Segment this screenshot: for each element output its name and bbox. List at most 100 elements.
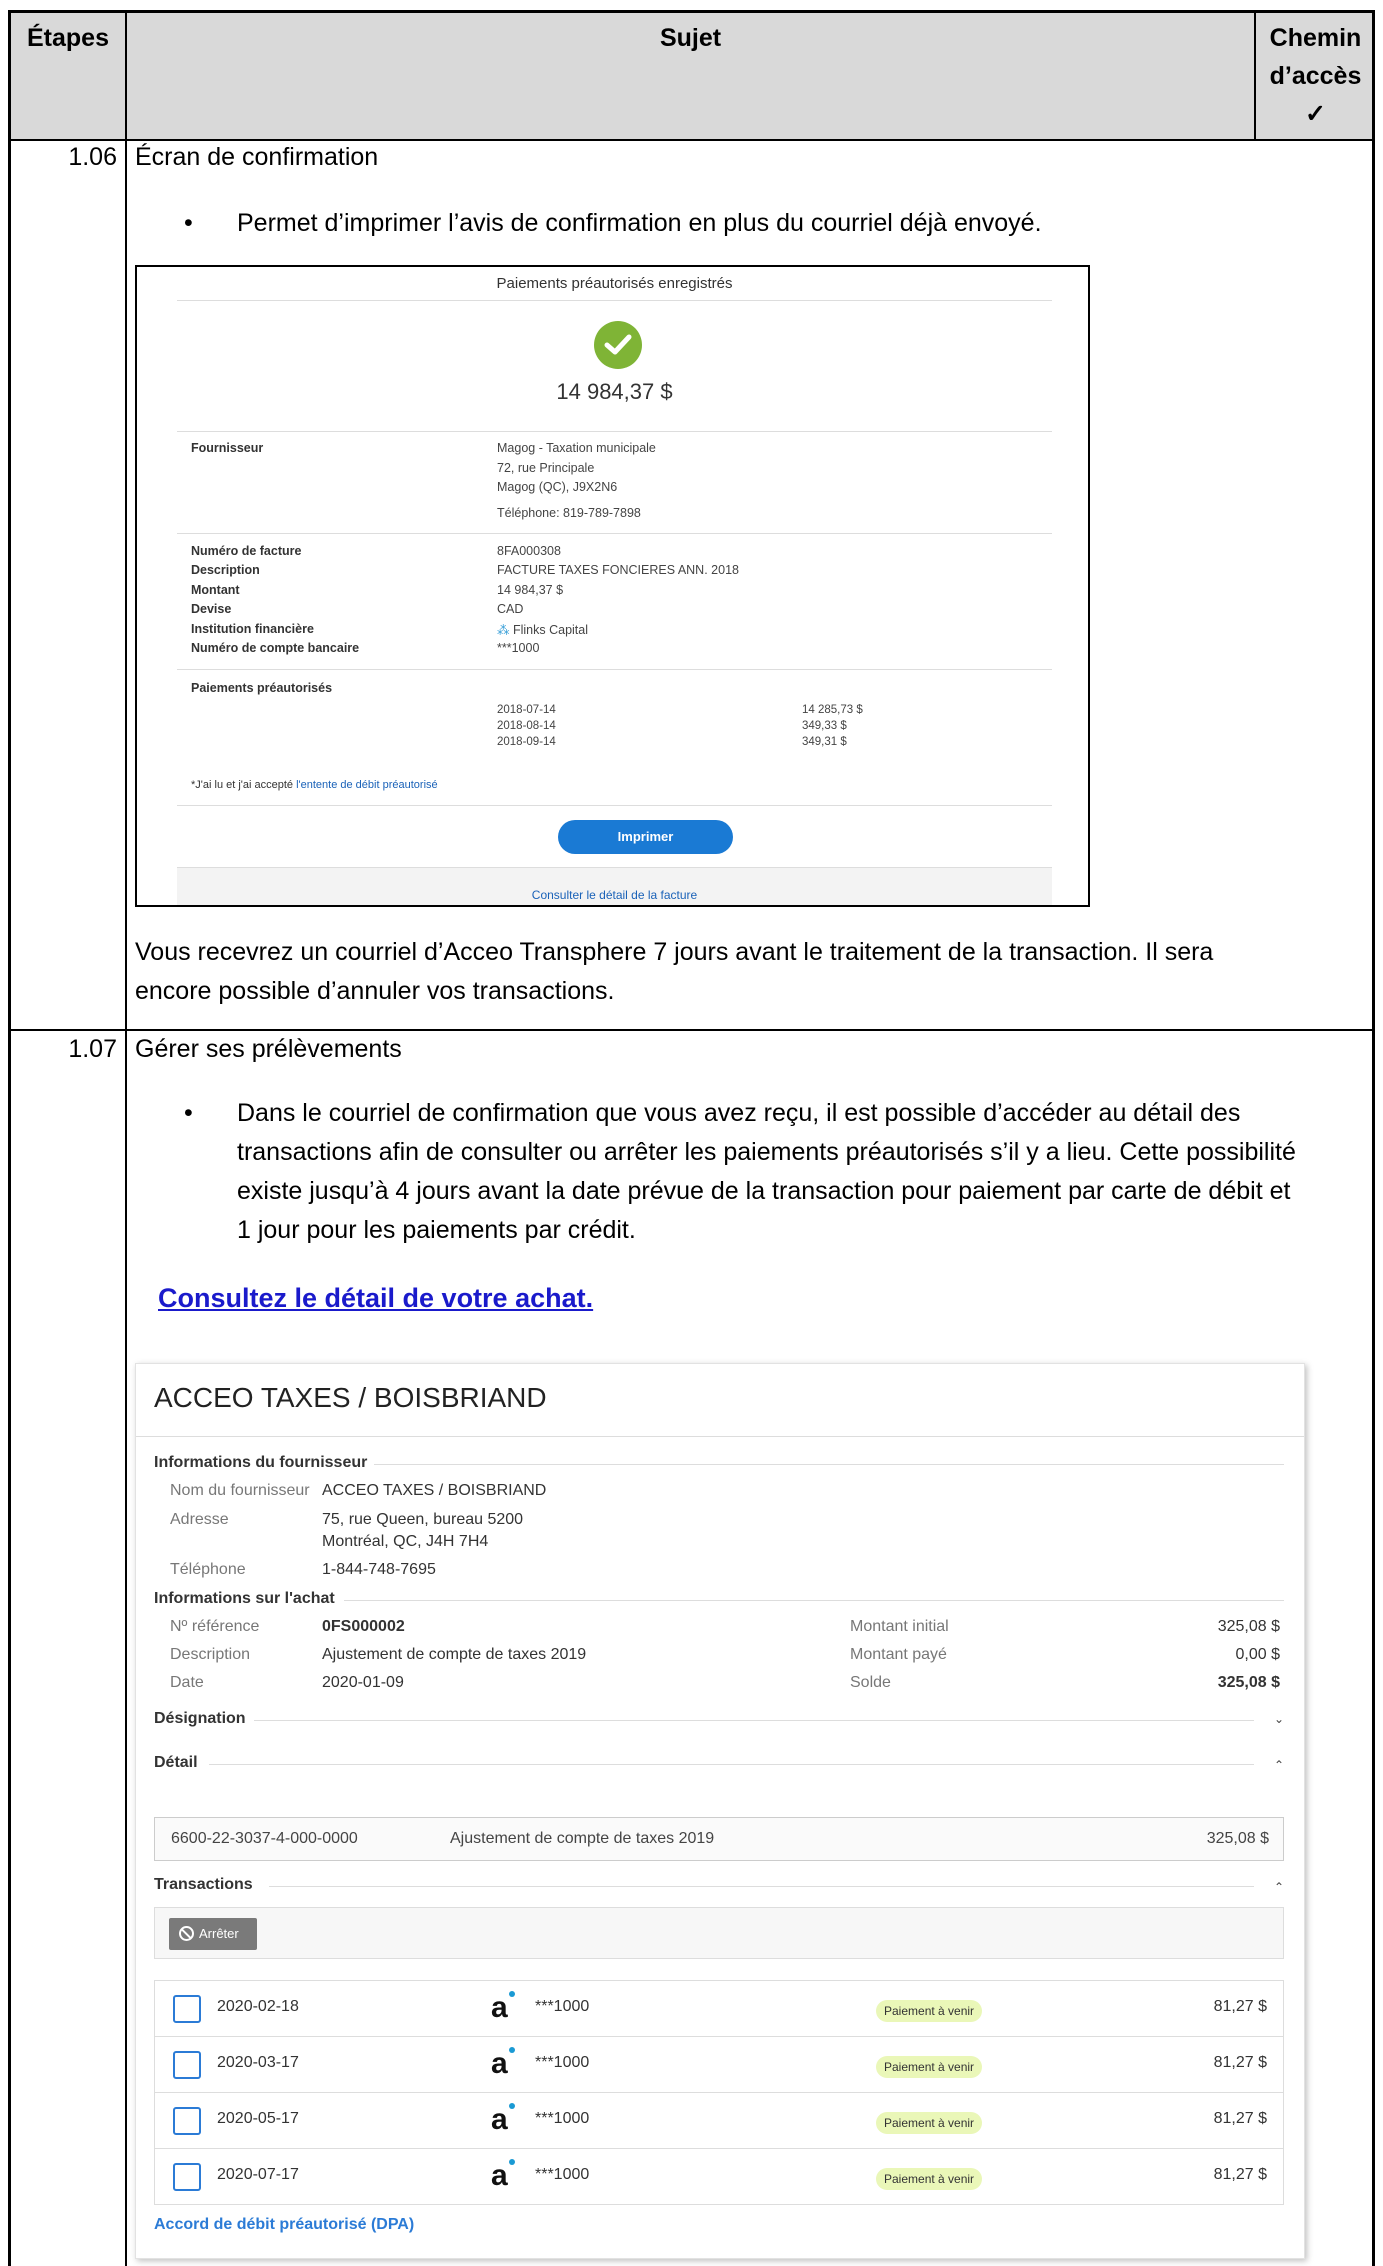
chevron-down-icon[interactable]: ⌄	[1274, 1712, 1284, 1726]
address-label: Adresse	[170, 1511, 229, 1528]
header-path: Chemin d’accès ✓	[1256, 13, 1375, 141]
invoice-value: CAD	[497, 602, 524, 616]
stop-button[interactable]: Arrêter	[169, 1918, 257, 1950]
stop-icon	[179, 1926, 194, 1941]
purchase-detail-link[interactable]: Consultez le détail de votre achat.	[158, 1283, 593, 1314]
header-path-line1: Chemin	[1269, 24, 1362, 52]
transaction-amount: 81,27 $	[1213, 2166, 1267, 2183]
bullet-line: Dans le courriel de confirmation que vou…	[237, 1099, 1241, 1127]
supplier-name-label: Nom du fournisseur	[170, 1482, 310, 1499]
detail-amount: 325,08 $	[1206, 1830, 1269, 1847]
transaction-checkbox[interactable]	[173, 1995, 201, 2023]
invoice-label: Devise	[191, 602, 232, 616]
detail-section[interactable]: Détail	[154, 1754, 1284, 1772]
row-divider	[11, 1029, 1372, 1031]
transaction-account: ***1000	[535, 2166, 590, 2183]
row-divider	[11, 139, 1372, 141]
transaction-account: ***1000	[535, 2054, 590, 2071]
confirmation-amount: 14 984,37 $	[556, 379, 673, 404]
agreement-note-text: *J'ai lu et j'ai accepté	[191, 779, 297, 791]
invoice-label: Numéro de compte bancaire	[191, 641, 360, 655]
supplier-line: 72, rue Principale	[497, 461, 595, 475]
transaction-checkbox[interactable]	[173, 2107, 201, 2135]
paid-value: 0,00 $	[1235, 1646, 1280, 1663]
section-title: Gérer ses prélèvements	[135, 1035, 402, 1063]
phone-label: Téléphone	[170, 1561, 246, 1578]
status-badge: Paiement à venir	[876, 2168, 983, 2190]
purchase-section: Informations sur l'achat	[154, 1590, 1284, 1608]
bank-icon: ⁂	[497, 623, 510, 637]
transactions-section-title: Transactions	[154, 1876, 253, 1893]
ref-value: 0FS000002	[322, 1618, 405, 1635]
success-check-icon	[594, 321, 642, 369]
ref-label: Nº référence	[170, 1618, 260, 1635]
transaction-row: 2020-03-17 a ***1000 Paiement à venir 81…	[155, 2037, 1283, 2093]
section-title: Écran de confirmation	[135, 143, 379, 171]
desc-label: Description	[170, 1646, 251, 1663]
col-divider	[1254, 13, 1256, 141]
invoice-value: ⁂ Flinks Capital	[497, 622, 588, 637]
bullet-icon: •	[184, 209, 193, 237]
checkmark-icon: ✓	[1305, 100, 1326, 128]
transaction-date: 2020-02-18	[217, 1998, 299, 2015]
transaction-date: 2020-05-17	[217, 2110, 299, 2127]
transactions-list: 2020-02-18 a ***1000 Paiement à venir 81…	[154, 1980, 1284, 2205]
preauth-amount: 14 285,73 $	[802, 704, 863, 716]
preauth-date: 2018-08-14	[497, 720, 556, 732]
invoice-label: Montant	[191, 583, 240, 597]
divider	[136, 1436, 1304, 1437]
supplier-line: Magog (QC), J9X2N6	[497, 480, 618, 494]
transaction-row: 2020-05-17 a ***1000 Paiement à venir 81…	[155, 2093, 1283, 2149]
info-paragraph-line: encore possible d’annuler vos transactio…	[135, 977, 615, 1005]
confirmation-panel: Paiements préautorisés enregistrés 14 98…	[177, 267, 1052, 905]
address-line: Montréal, QC, J4H 7H4	[322, 1533, 489, 1550]
date-value: 2020-01-09	[322, 1674, 404, 1691]
divider	[209, 1764, 1254, 1765]
bullet-icon: •	[184, 1099, 193, 1127]
transaction-checkbox[interactable]	[173, 2163, 201, 2191]
initial-value: 325,08 $	[1217, 1618, 1280, 1635]
info-paragraph: Vous recevrez un courriel d’Acceo Transp…	[135, 933, 1355, 1011]
col-divider	[125, 13, 127, 2266]
print-button[interactable]: Imprimer	[558, 820, 733, 854]
chevron-up-icon[interactable]: ⌃	[1274, 1758, 1284, 1772]
transaction-account: ***1000	[535, 2110, 590, 2127]
invoice-detail-link[interactable]: Consulter le détail de la facture	[177, 888, 1052, 902]
balance-label: Solde	[850, 1674, 891, 1691]
bullet-line: 1 jour pour les paiements par crédit.	[237, 1216, 636, 1244]
header-steps: Étapes	[27, 24, 109, 52]
invoice-label: Description	[191, 563, 260, 577]
agreement-link[interactable]: l'entente de débit préautorisé	[296, 779, 438, 791]
transaction-checkbox[interactable]	[173, 2051, 201, 2079]
step-number: 1.07	[68, 1035, 117, 1063]
confirmation-screenshot: Paiements préautorisés enregistrés 14 98…	[135, 265, 1090, 907]
preauth-amount: 349,31 $	[802, 736, 847, 748]
transactions-toolbar: Arrêter	[154, 1907, 1284, 1959]
info-paragraph-line: Vous recevrez un courriel d’Acceo Transp…	[135, 938, 1214, 966]
bullet-text: Permet d’imprimer l’avis de confirmation…	[237, 209, 1042, 237]
purchase-section-title: Informations sur l'achat	[154, 1590, 335, 1607]
paid-label: Montant payé	[850, 1646, 947, 1663]
detail-description: Ajustement de compte de taxes 2019	[450, 1830, 715, 1847]
designation-section[interactable]: Désignation	[154, 1710, 1284, 1728]
transactions-section[interactable]: Transactions	[154, 1876, 1284, 1894]
preauth-label: Paiements préautorisés	[191, 681, 333, 695]
divider	[344, 1600, 1284, 1601]
status-badge: Paiement à venir	[876, 2056, 983, 2078]
agreement-note: *J'ai lu et j'ai accepté l'entente de dé…	[191, 779, 438, 791]
detail-section-title: Détail	[154, 1754, 198, 1771]
invoice-value: 14 984,37 $	[497, 583, 564, 597]
acceo-logo-icon: a	[491, 2047, 515, 2079]
preauth-date: 2018-07-14	[497, 704, 556, 716]
supplier-name: ACCEO TAXES / BOISBRIAND	[322, 1482, 547, 1499]
bank-name: Flinks Capital	[512, 623, 589, 637]
supplier-phone: Téléphone: 819-789-7898	[497, 506, 641, 520]
transaction-account: ***1000	[535, 1998, 590, 2015]
transaction-date: 2020-07-17	[217, 2166, 299, 2183]
supplier-line: Magog - Taxation municipale	[497, 441, 656, 455]
supplier-label: Fournisseur	[191, 441, 264, 455]
preauth-date: 2018-09-14	[497, 736, 556, 748]
dpa-link[interactable]: Accord de débit préautorisé (DPA)	[154, 2216, 414, 2234]
chevron-up-icon[interactable]: ⌃	[1274, 1880, 1284, 1894]
balance-value: 325,08 $	[1217, 1674, 1280, 1691]
